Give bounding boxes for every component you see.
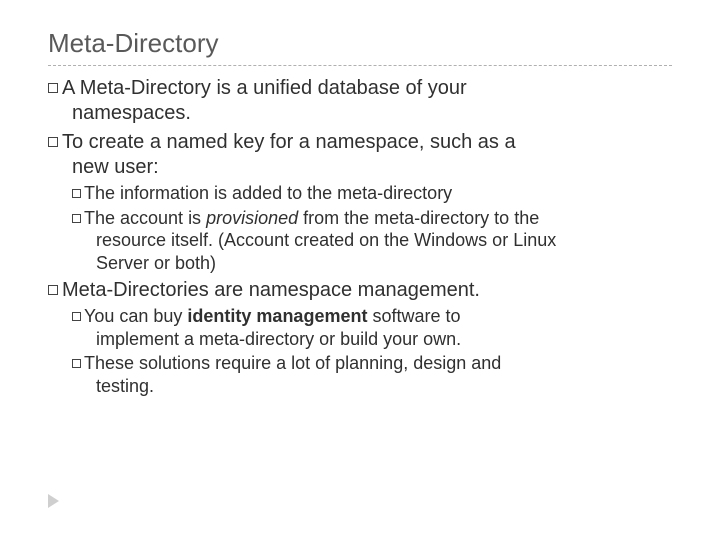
bullet-text-cont: testing.	[72, 375, 672, 398]
bullet-text: The information is added to the meta-dir…	[84, 183, 452, 203]
bullet-text: Meta-Directories are namespace managemen…	[62, 279, 480, 301]
bullet-text-cont: namespaces.	[48, 101, 672, 126]
square-bullet-icon	[48, 285, 58, 295]
bullet-text-bold: identity management	[187, 306, 367, 326]
slide-title: Meta-Directory	[48, 28, 672, 59]
bullet-text-cont: resource itself. (Account created on the…	[72, 229, 672, 252]
bullet-3: Meta-Directories are namespace managemen…	[48, 278, 672, 303]
bullet-text-cont: new user:	[48, 155, 672, 180]
square-bullet-icon	[48, 137, 58, 147]
bullet-text: To create a named key for a namespace, s…	[62, 131, 516, 153]
bullet-text-cont: Server or both)	[72, 252, 672, 275]
square-bullet-icon	[48, 83, 58, 93]
square-bullet-icon	[72, 312, 81, 321]
bullet-text-cont: implement a meta-directory or build your…	[72, 328, 672, 351]
bullet-3-sub-1: You can buy identity management software…	[72, 305, 672, 350]
bullet-3-sub-2: These solutions require a lot of plannin…	[72, 352, 672, 397]
bullet-text: A Meta-Directory is a unified database o…	[62, 77, 467, 99]
bullet-text: These solutions require a lot of plannin…	[84, 353, 501, 373]
bullet-1: A Meta-Directory is a unified database o…	[48, 76, 672, 126]
bullet-2: To create a named key for a namespace, s…	[48, 130, 672, 180]
bullet-2-sub-1: The information is added to the meta-dir…	[72, 182, 672, 205]
square-bullet-icon	[72, 189, 81, 198]
bullet-text-post: software to	[367, 306, 460, 326]
bullet-text-pre: The account is	[84, 208, 206, 228]
arrow-right-icon	[48, 494, 59, 508]
bullet-text-post: from the meta-directory to the	[298, 208, 539, 228]
bullet-text-pre: You can buy	[84, 306, 187, 326]
bullet-text-em: provisioned	[206, 208, 298, 228]
square-bullet-icon	[72, 214, 81, 223]
title-divider	[48, 65, 672, 66]
square-bullet-icon	[72, 359, 81, 368]
bullet-2-sub-2: The account is provisioned from the meta…	[72, 207, 672, 275]
